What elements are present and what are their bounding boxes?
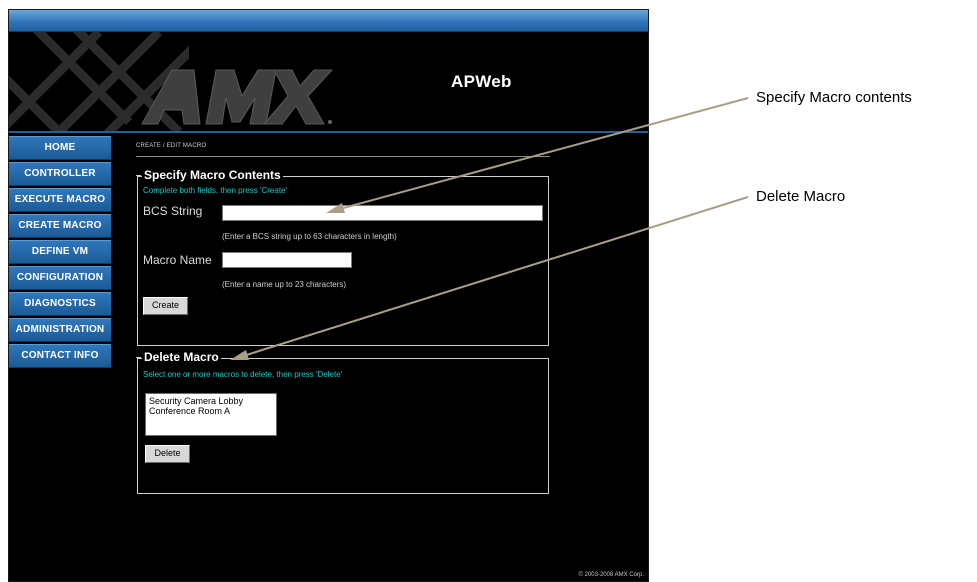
- delete-button[interactable]: Delete: [145, 445, 190, 463]
- callout-delete-macro: Delete Macro: [756, 188, 846, 205]
- nav-item-home[interactable]: HOME: [9, 136, 111, 160]
- nav-item-define-vm[interactable]: DEFINE VM: [9, 240, 111, 264]
- macro-name-hint: (Enter a name up to 23 characters): [222, 280, 347, 289]
- macro-list-option[interactable]: Conference Room A: [149, 406, 273, 416]
- app-title: APWeb: [451, 72, 512, 91]
- delete-macro-legend: Delete Macro: [136, 350, 221, 364]
- breadcrumb: CREATE / EDIT MACRO: [136, 143, 207, 149]
- macro-listbox[interactable]: Security Camera Lobby Conference Room A: [145, 393, 277, 436]
- nav-item-configuration[interactable]: CONFIGURATION: [9, 266, 111, 290]
- delete-instruction: Select one or more macros to delete, the…: [143, 370, 343, 379]
- side-nav: HOME CONTROLLER EXECUTE MACRO CREATE MAC…: [9, 136, 111, 370]
- amx-logo: [141, 69, 334, 125]
- copyright-footer: © 2003-2008 AMX Corp.: [578, 572, 644, 578]
- specify-macro-legend: Specify Macro Contents: [136, 168, 283, 182]
- macro-name-label: Macro Name: [143, 253, 212, 267]
- nav-item-contact-info[interactable]: CONTACT INFO: [9, 344, 111, 368]
- callout-specify-macro: Specify Macro contents: [756, 89, 912, 106]
- page-header: APWeb: [9, 32, 648, 132]
- bcs-string-label: BCS String: [143, 204, 203, 218]
- specify-macro-group: Specify Macro Contents Complete both fie…: [136, 168, 549, 346]
- nav-item-administration[interactable]: ADMINISTRATION: [9, 318, 111, 342]
- title-bar: [9, 10, 648, 32]
- bcs-string-hint: (Enter a BCS string up to 63 characters …: [222, 232, 397, 241]
- macro-list-option[interactable]: Security Camera Lobby: [149, 396, 273, 406]
- delete-macro-group: Delete Macro Select one or more macros t…: [136, 350, 549, 494]
- nav-item-diagnostics[interactable]: DIAGNOSTICS: [9, 292, 111, 316]
- macro-name-input[interactable]: [222, 252, 352, 268]
- nav-item-execute-macro[interactable]: EXECUTE MACRO: [9, 188, 111, 212]
- bcs-string-input[interactable]: [222, 205, 543, 221]
- stage: APWeb HOME CONTROLLER EXECUTE MACRO CREA…: [0, 0, 977, 582]
- nav-item-controller[interactable]: CONTROLLER: [9, 162, 111, 186]
- create-button[interactable]: Create: [143, 297, 188, 315]
- specify-instruction: Complete both fields, then press 'Create…: [143, 186, 288, 195]
- browser-window: APWeb HOME CONTROLLER EXECUTE MACRO CREA…: [8, 9, 649, 582]
- breadcrumb-divider: [136, 156, 550, 157]
- header-divider: [9, 131, 648, 133]
- nav-item-create-macro[interactable]: CREATE MACRO: [9, 214, 111, 238]
